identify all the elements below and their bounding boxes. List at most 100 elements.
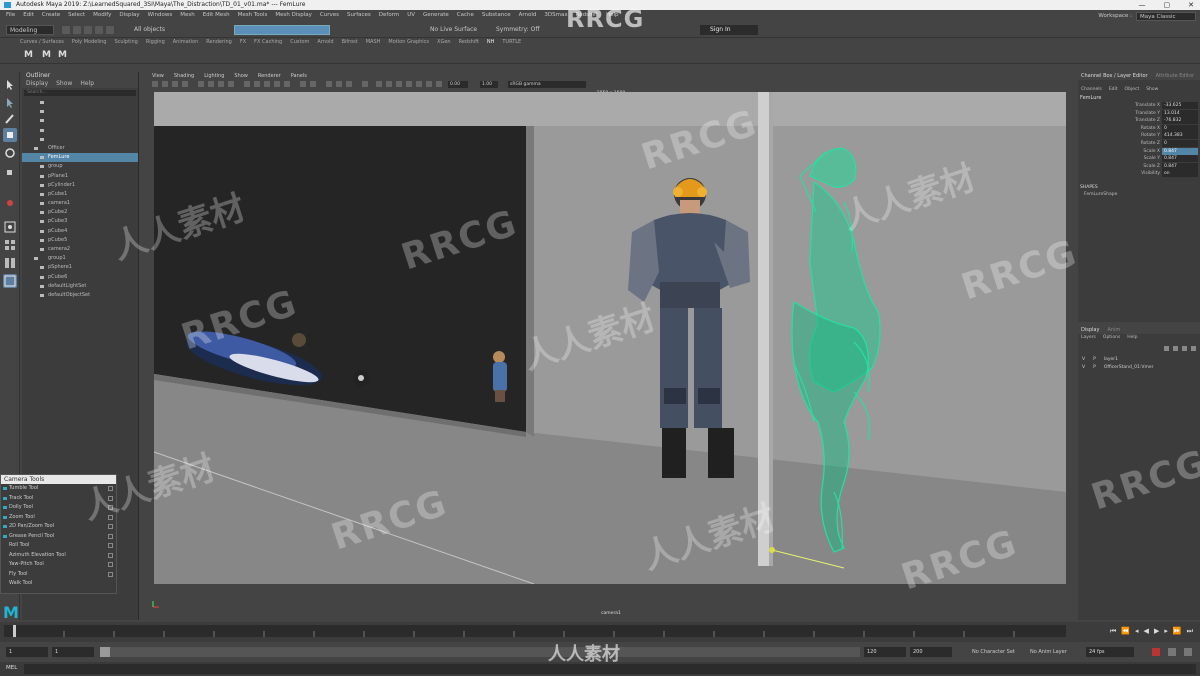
- isolate-select-icon[interactable]: [376, 81, 382, 87]
- menu-file[interactable]: File: [6, 10, 15, 21]
- tab-channel-box[interactable]: Channel Box / Layer Editor: [1081, 72, 1148, 80]
- undo-icon[interactable]: [95, 26, 103, 34]
- outliner-menu-show[interactable]: Show: [56, 80, 72, 88]
- settings-icon[interactable]: [1184, 648, 1192, 656]
- tab-attribute-editor[interactable]: Attribute Editor: [1156, 72, 1194, 80]
- camera-tool-item[interactable]: Dolly Tool: [1, 503, 116, 513]
- color-mgmt-icon[interactable]: [426, 81, 432, 87]
- option-box-icon[interactable]: [108, 524, 113, 529]
- play-forward-icon[interactable]: ▶: [1154, 627, 1159, 636]
- character-set-select[interactable]: No Character Set: [972, 648, 1015, 656]
- option-box-icon[interactable]: [108, 505, 113, 510]
- play-back-icon[interactable]: ◀: [1144, 627, 1149, 636]
- lights-icon[interactable]: [274, 81, 280, 87]
- attr-visibility[interactable]: Visibility on: [1078, 170, 1200, 178]
- menu-modify[interactable]: Modify: [93, 10, 111, 21]
- option-box-icon[interactable]: [108, 571, 113, 577]
- le-menu-help[interactable]: Help: [1127, 334, 1137, 342]
- attr-scale-z[interactable]: Scale Z 0.847: [1078, 162, 1200, 171]
- step-forward-frame-icon[interactable]: ▸: [1164, 627, 1168, 636]
- exposure-field[interactable]: 0.00: [448, 81, 468, 88]
- option-box-icon[interactable]: [108, 562, 113, 567]
- viewport-menu-view[interactable]: View: [152, 72, 164, 80]
- outliner-menu-display[interactable]: Display: [26, 80, 48, 88]
- sign-in-button[interactable]: Sign In: [700, 25, 758, 35]
- outliner-item[interactable]: pCube2: [22, 208, 138, 217]
- viewport-menu-renderer[interactable]: Renderer: [258, 72, 281, 80]
- shelf-tab[interactable]: Custom: [290, 38, 309, 47]
- single-perspective-layout-icon[interactable]: [3, 220, 17, 234]
- attr-translate-y[interactable]: Translate Y 13.014: [1078, 109, 1200, 118]
- shelf-tab[interactable]: Rendering: [206, 38, 232, 47]
- attr-rotate-x[interactable]: Rotate X0: [1078, 124, 1200, 133]
- attr-rotate-y[interactable]: Rotate Y 414.383: [1078, 132, 1200, 140]
- outliner-item[interactable]: [22, 116, 138, 125]
- menu-3dsmax[interactable]: 3DSmax: [544, 10, 567, 21]
- shelf-tab[interactable]: Poly Modeling: [72, 38, 107, 47]
- menu-cache[interactable]: Cache: [457, 10, 474, 21]
- playback-start-field[interactable]: 1: [52, 647, 94, 657]
- close-button[interactable]: ✕: [1188, 0, 1194, 10]
- select-filter[interactable]: All objects: [134, 26, 165, 34]
- goto-end-icon[interactable]: ⏭: [1187, 627, 1193, 636]
- outliner-item-selected[interactable]: FemLure: [22, 153, 138, 163]
- viewport-menu-lighting[interactable]: Lighting: [204, 72, 224, 80]
- shelf-tab-active[interactable]: NH: [487, 38, 495, 47]
- camera-tool-item[interactable]: Grease Pencil Tool: [1, 532, 116, 542]
- menu-surfaces[interactable]: Surfaces: [347, 10, 371, 21]
- redo-icon[interactable]: [106, 26, 114, 34]
- range-bar[interactable]: [100, 647, 860, 657]
- attr-scale-y[interactable]: Scale Y 0.847: [1078, 155, 1200, 163]
- outliner-menu-help[interactable]: Help: [80, 80, 94, 88]
- outliner-item[interactable]: pCube4: [22, 227, 138, 236]
- move-tool-icon[interactable]: [3, 128, 17, 142]
- symmetry-select[interactable]: Symmetry: Off: [496, 26, 539, 34]
- image-plane-icon[interactable]: [182, 81, 188, 87]
- menuset-select[interactable]: Modeling: [6, 25, 54, 35]
- outliner-item[interactable]: pCube3: [22, 217, 138, 226]
- gate-mask-icon[interactable]: [228, 81, 234, 87]
- outliner-item[interactable]: pSphere1: [22, 263, 138, 272]
- range-end-field[interactable]: 200: [910, 647, 952, 657]
- camera-tool-item[interactable]: Azimuth Elevation Tool: [1, 551, 116, 561]
- layer-row[interactable]: V P layer1: [1078, 356, 1200, 364]
- new-layer-selected-icon[interactable]: [1191, 346, 1196, 351]
- fps-select[interactable]: 24 fps: [1086, 647, 1134, 657]
- le-menu-layers[interactable]: Layers: [1081, 334, 1096, 342]
- attr-translate-x[interactable]: Translate X -33.625: [1078, 102, 1200, 110]
- anim-layer-select[interactable]: No Anim Layer: [1030, 648, 1067, 656]
- film-gate-icon[interactable]: [208, 81, 214, 87]
- select-tool-icon[interactable]: [3, 78, 17, 92]
- side-by-side-layout-icon[interactable]: [3, 256, 17, 270]
- 3d-viewport[interactable]: [154, 92, 1066, 584]
- option-box-icon[interactable]: [108, 552, 113, 558]
- menu-mesh[interactable]: Mesh: [180, 10, 194, 21]
- attr-rotate-z[interactable]: Rotate Z0: [1078, 139, 1200, 148]
- shadows-icon[interactable]: [284, 81, 290, 87]
- camera-tool-item[interactable]: Tumble Tool: [1, 484, 116, 494]
- grid-icon[interactable]: [198, 81, 204, 87]
- shelf-tab[interactable]: Rigging: [146, 38, 165, 47]
- new-scene-icon[interactable]: [62, 26, 70, 34]
- goto-start-icon[interactable]: ⏮: [1110, 627, 1116, 636]
- camera-tool-item[interactable]: Zoom Tool: [1, 513, 116, 523]
- workspace-select[interactable]: Maya Classic: [1136, 12, 1196, 21]
- menu-arnold[interactable]: Arnold: [519, 10, 537, 21]
- outliner-item[interactable]: pCylinder1: [22, 181, 138, 190]
- step-back-key-icon[interactable]: ⏪: [1121, 627, 1130, 636]
- shelf-tab[interactable]: Animation: [173, 38, 199, 47]
- outliner-item[interactable]: group1: [22, 254, 138, 263]
- shelf-tool-icon[interactable]: M: [24, 50, 34, 60]
- camera-tool-item[interactable]: 2D Pan/Zoom Tool: [1, 522, 116, 532]
- shelf-tab[interactable]: Curves / Surfaces: [20, 38, 64, 47]
- ambient-occlusion-icon[interactable]: [326, 81, 332, 87]
- menu-create[interactable]: Create: [42, 10, 60, 21]
- camera-attributes-icon[interactable]: [162, 81, 168, 87]
- outliner-item[interactable]: camera1: [22, 199, 138, 208]
- new-layer-icon[interactable]: [1182, 346, 1187, 351]
- outliner-item[interactable]: [22, 126, 138, 135]
- tab-display-layers[interactable]: Display: [1081, 326, 1099, 334]
- open-scene-icon[interactable]: [73, 26, 81, 34]
- outliner-item[interactable]: defaultLightSet: [22, 282, 138, 291]
- outliner-item[interactable]: camera2: [22, 245, 138, 254]
